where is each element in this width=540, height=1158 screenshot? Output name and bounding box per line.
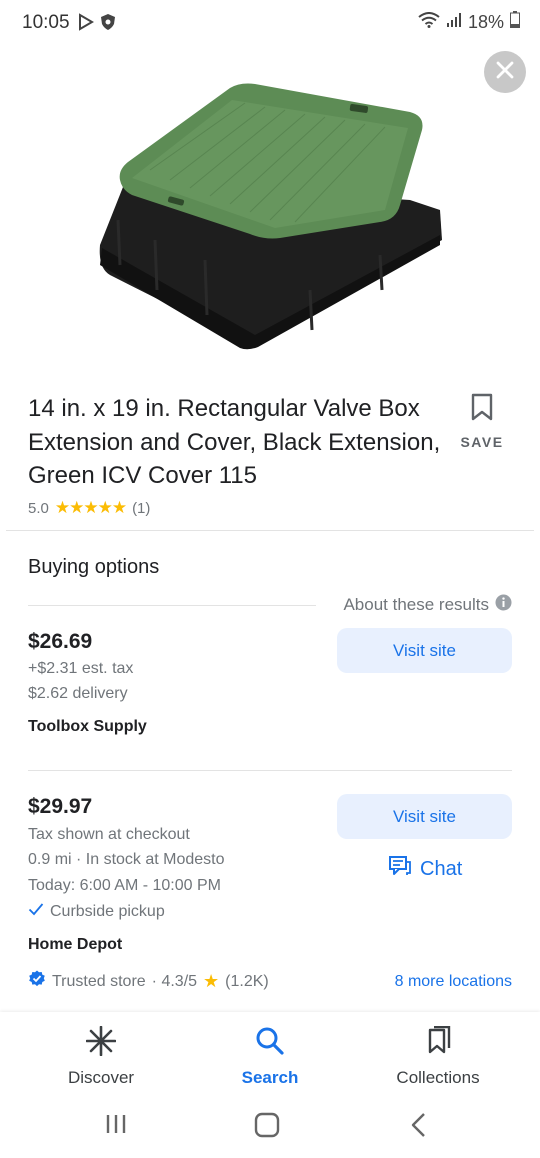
chat-label: Chat [420, 857, 463, 880]
trusted-store-label: Trusted store [52, 972, 146, 990]
visit-site-button[interactable]: Visit site [337, 628, 512, 673]
offer-tax: Tax shown at checkout [28, 826, 190, 843]
star-icon: ★ [203, 971, 220, 991]
save-button[interactable]: SAVE [458, 393, 506, 450]
battery-text: 18% [467, 11, 504, 32]
recent-apps-icon[interactable] [104, 1112, 128, 1141]
offer-delivery: $2.62 delivery [28, 685, 128, 702]
about-results-link[interactable]: About these results [343, 594, 512, 616]
rating-count: (1) [132, 499, 151, 517]
save-label: SAVE [460, 434, 504, 450]
more-locations-link[interactable]: 8 more locations [395, 973, 512, 991]
collections-icon [363, 1024, 513, 1058]
offer-price: $26.69 [28, 630, 93, 653]
rating-value: 5.0 [28, 499, 49, 517]
wifi-icon [418, 11, 440, 33]
offer-hours: Today: 6:00 AM - 10:00 PM [28, 877, 221, 894]
info-icon [495, 594, 512, 616]
nav-collections[interactable]: Collections [363, 1024, 513, 1088]
nav-search-label: Search [241, 1068, 299, 1087]
verified-icon [28, 970, 46, 993]
nav-discover-label: Discover [67, 1068, 135, 1087]
offer-store-name[interactable]: Home Depot [28, 936, 122, 954]
visit-site-button[interactable]: Visit site [337, 794, 512, 839]
product-image[interactable] [80, 70, 460, 360]
store-rating: · 4.3/5 [151, 972, 198, 990]
divider [6, 530, 534, 531]
signal-icon [446, 12, 462, 33]
rating-stars: ★★★★★ [54, 498, 127, 517]
chat-button[interactable]: Chat [388, 855, 462, 883]
battery-icon [510, 11, 520, 33]
buying-options-heading: Buying options [28, 556, 160, 578]
back-icon[interactable] [408, 1112, 430, 1143]
asterisk-icon [26, 1024, 176, 1058]
chat-icon [388, 855, 412, 883]
close-button[interactable] [484, 51, 526, 93]
offer-tax: +$2.31 est. tax [28, 660, 134, 677]
bookmark-icon [470, 393, 494, 425]
offer-stock: 0.9 mi · In stock at Modesto [28, 851, 225, 868]
product-title: 14 in. x 19 in. Rectangular Valve Box Ex… [28, 395, 441, 489]
bottom-navigation: Discover Search Collections [0, 1012, 540, 1096]
close-icon [495, 60, 515, 85]
home-icon[interactable] [254, 1112, 280, 1143]
status-time: 10:05 [22, 12, 70, 33]
nav-search[interactable]: Search [195, 1024, 345, 1088]
trusted-store-row[interactable]: Trusted store · 4.3/5 ★ (1.2K) [28, 970, 269, 993]
play-icon [78, 13, 94, 36]
nav-collections-label: Collections [396, 1068, 480, 1087]
about-results-label: About these results [343, 595, 489, 614]
offer-store-name[interactable]: Toolbox Supply [28, 718, 147, 736]
nav-discover[interactable]: Discover [26, 1024, 176, 1088]
divider [28, 605, 316, 606]
search-icon [195, 1024, 345, 1058]
product-rating[interactable]: 5.0 ★★★★★ (1) [28, 498, 150, 518]
curbside-label: Curbside pickup [50, 902, 165, 920]
shield-icon [100, 13, 116, 36]
store-rating-count: (1.2K) [225, 972, 269, 990]
check-icon [28, 902, 44, 921]
curbside-pickup: Curbside pickup [28, 902, 165, 921]
divider [28, 770, 512, 771]
status-bar: 10:05 18% [0, 0, 540, 46]
system-navigation-bar [0, 1096, 540, 1158]
offer-price: $29.97 [28, 795, 93, 818]
